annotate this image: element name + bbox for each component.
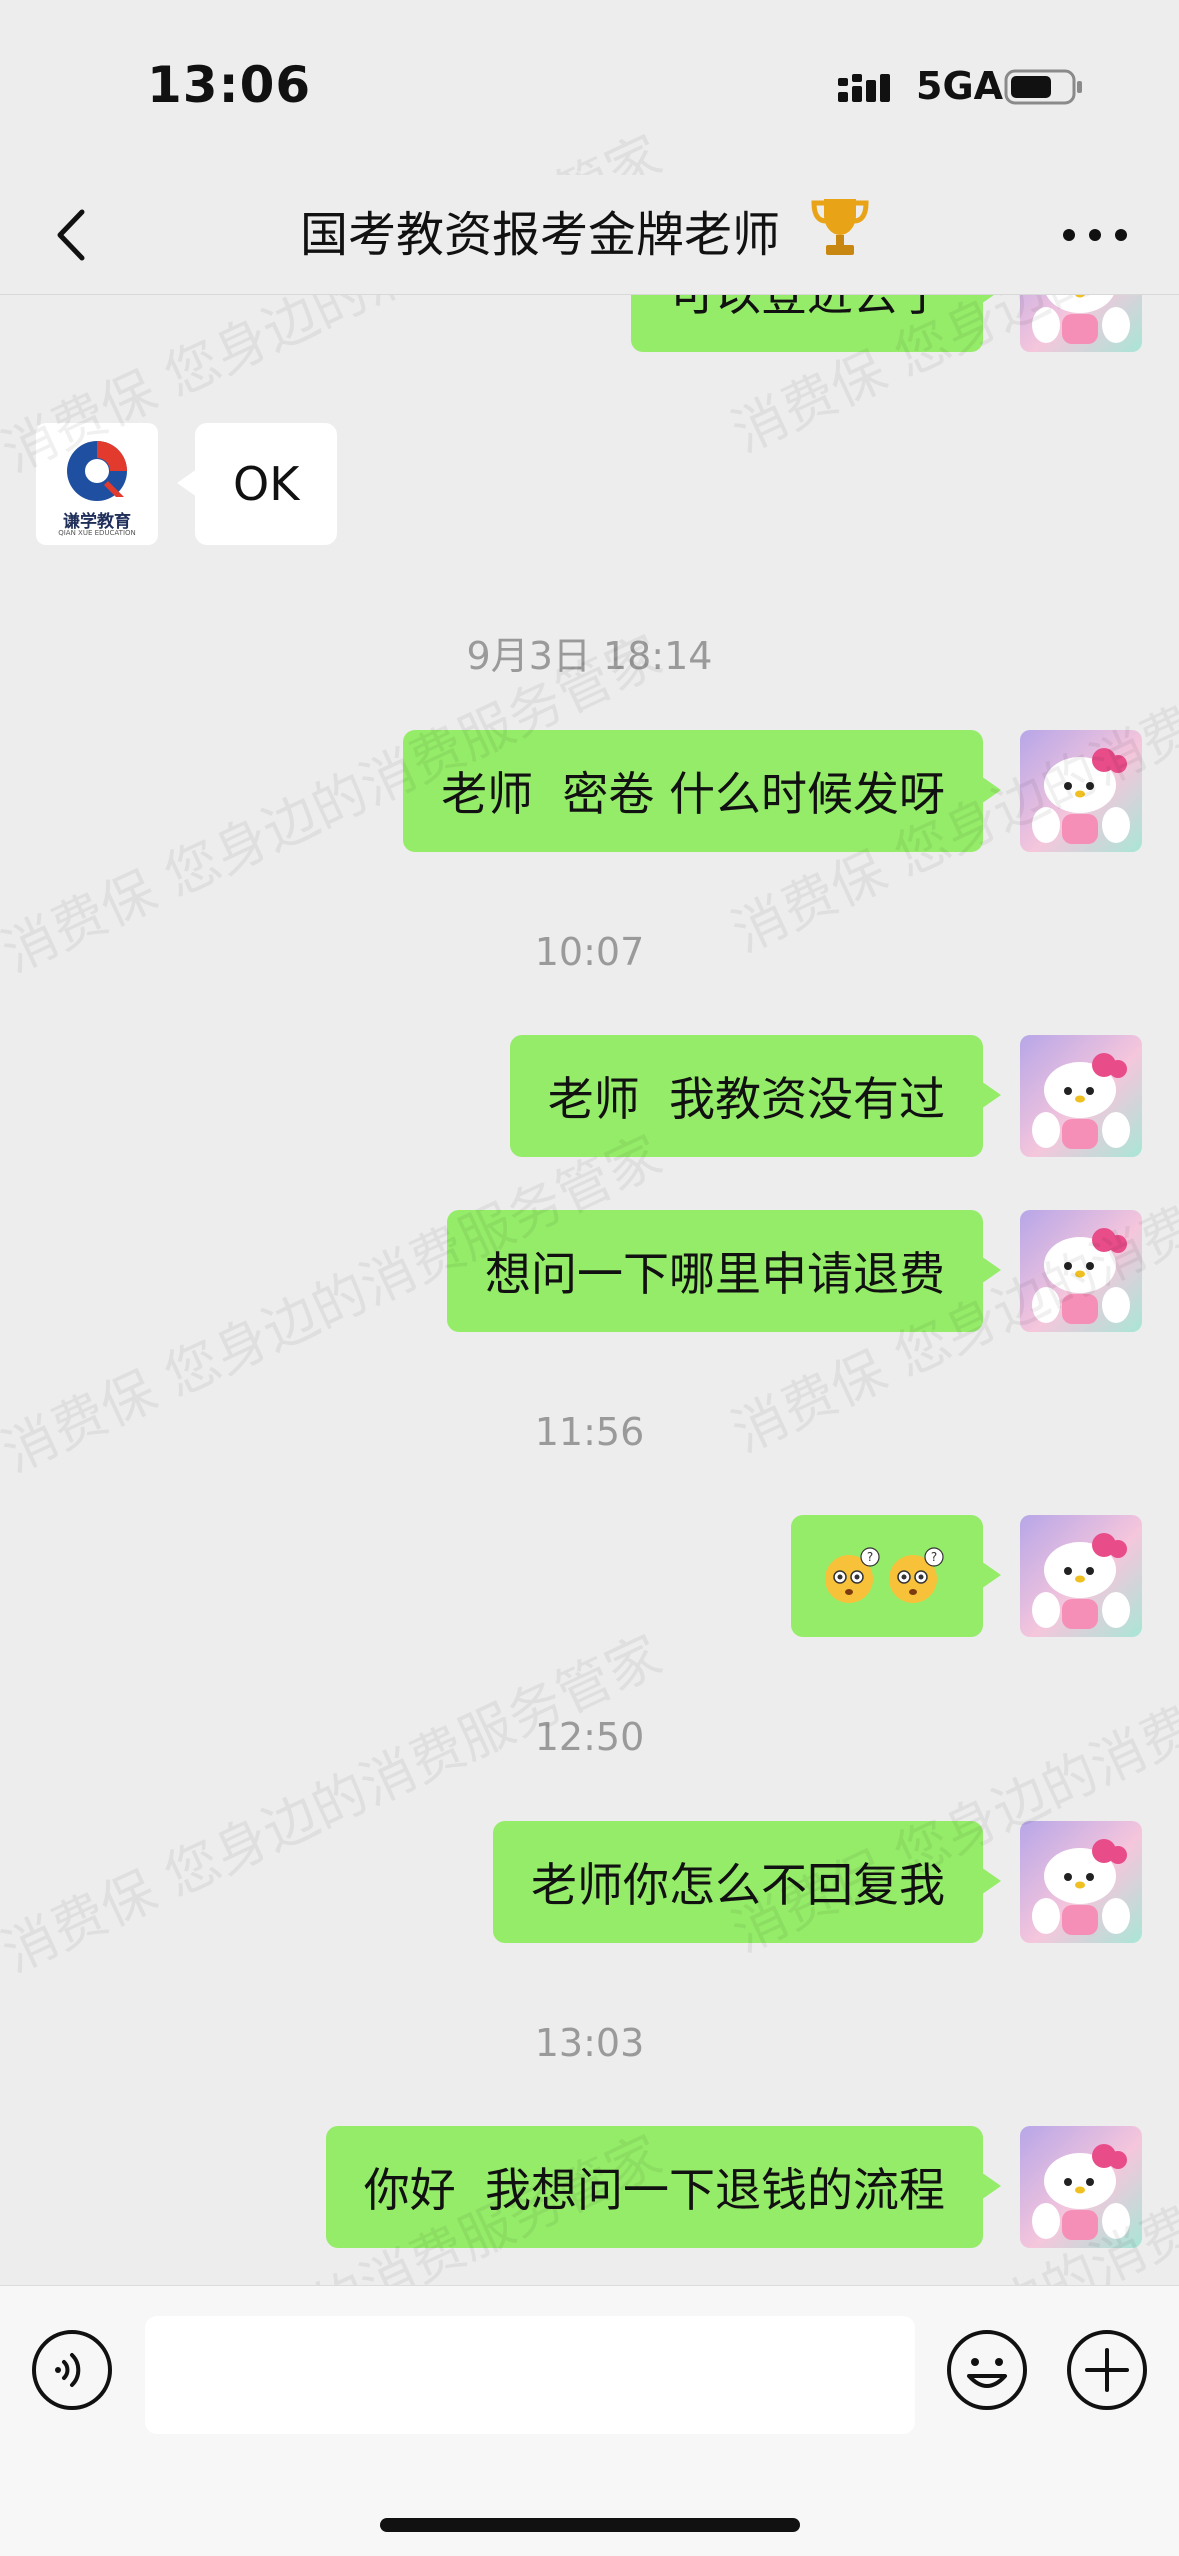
input-bar [0,2285,1179,2556]
my-avatar[interactable] [1020,1210,1142,1332]
home-indicator[interactable] [380,2518,800,2532]
trophy-icon [811,199,869,255]
more-options-icon[interactable] [1055,205,1135,265]
message-bubble-sent[interactable]: 你好 我想问一下退钱的流程 [325,2126,1002,2248]
message-bubble-sent[interactable]: 老师 密卷 什么时候发呀 [403,730,1001,852]
message-bubble-sent[interactable]: 老师 我教资没有过 [509,1035,1002,1157]
cellular-signal-icon [838,74,890,102]
status-bar: 13:06 5GA [0,0,1179,175]
kitty-avatar-icon [1032,1533,1130,1629]
back-arrow-icon[interactable] [40,200,110,270]
chat-title: 国考教资报考金牌老师 [300,207,781,263]
plus-icon[interactable] [1065,2328,1149,2412]
emoji-icon[interactable] [945,2328,1029,2412]
network-type: 5GA [916,64,1004,108]
message-input[interactable] [145,2316,915,2434]
svg-text:?: ? [931,1550,937,1564]
nav-bar: 国考教资报考金牌老师 [0,175,1179,295]
message-timestamp: 13:03 [534,2021,645,2065]
contact-avatar[interactable]: 谦学教育 QIAN XUE EDUCATION [36,423,158,545]
kitty-avatar-icon [1032,1228,1130,1324]
my-avatar[interactable] [1020,730,1142,852]
status-time: 13:06 [147,56,312,114]
message-bubble-sent[interactable]: 想问一下哪里申请退费 [447,1210,1001,1332]
kitty-avatar-icon [1032,1839,1130,1935]
chat-screen: 消费保 您身边的消费服务管家 消费保 您身边的消费服务管家 消费保 您身边的消费… [0,0,1179,2556]
message-timestamp: 9月3日 18:14 [466,634,713,678]
kitty-avatar-icon [1032,1053,1130,1149]
kitty-avatar-icon [1032,295,1130,344]
confused-face-icon: ? [825,1547,880,1603]
my-avatar[interactable] [1020,1515,1142,1637]
confused-face-icon: ? [889,1547,944,1603]
my-avatar[interactable] [1020,1821,1142,1943]
message-bubble-sent[interactable]: 可以登进去了 [631,295,1001,352]
message-timestamp: 10:07 [534,930,645,974]
kitty-avatar-icon [1032,748,1130,844]
message-bubble-sent[interactable]: 老师你怎么不回复我 [493,1821,1001,1943]
my-avatar[interactable] [1020,2126,1142,2248]
my-avatar[interactable] [1020,295,1142,352]
voice-input-icon[interactable] [30,2328,114,2412]
message-list[interactable]: 可以登进去了 谦学教育 QIAN XUE EDUCATION OK [0,295,1179,2285]
brand-subtitle: QIAN XUE EDUCATION [58,529,136,537]
svg-text:?: ? [867,1550,873,1564]
battery-icon [1004,69,1082,105]
kitty-avatar-icon [1032,2144,1130,2240]
message-bubble-emoji[interactable]: ? ? [791,1515,1001,1637]
message-timestamp: 11:56 [534,1410,645,1454]
my-avatar[interactable] [1020,1035,1142,1157]
message-timestamp: 12:50 [534,1715,645,1759]
message-bubble-received[interactable]: OK [176,423,338,545]
